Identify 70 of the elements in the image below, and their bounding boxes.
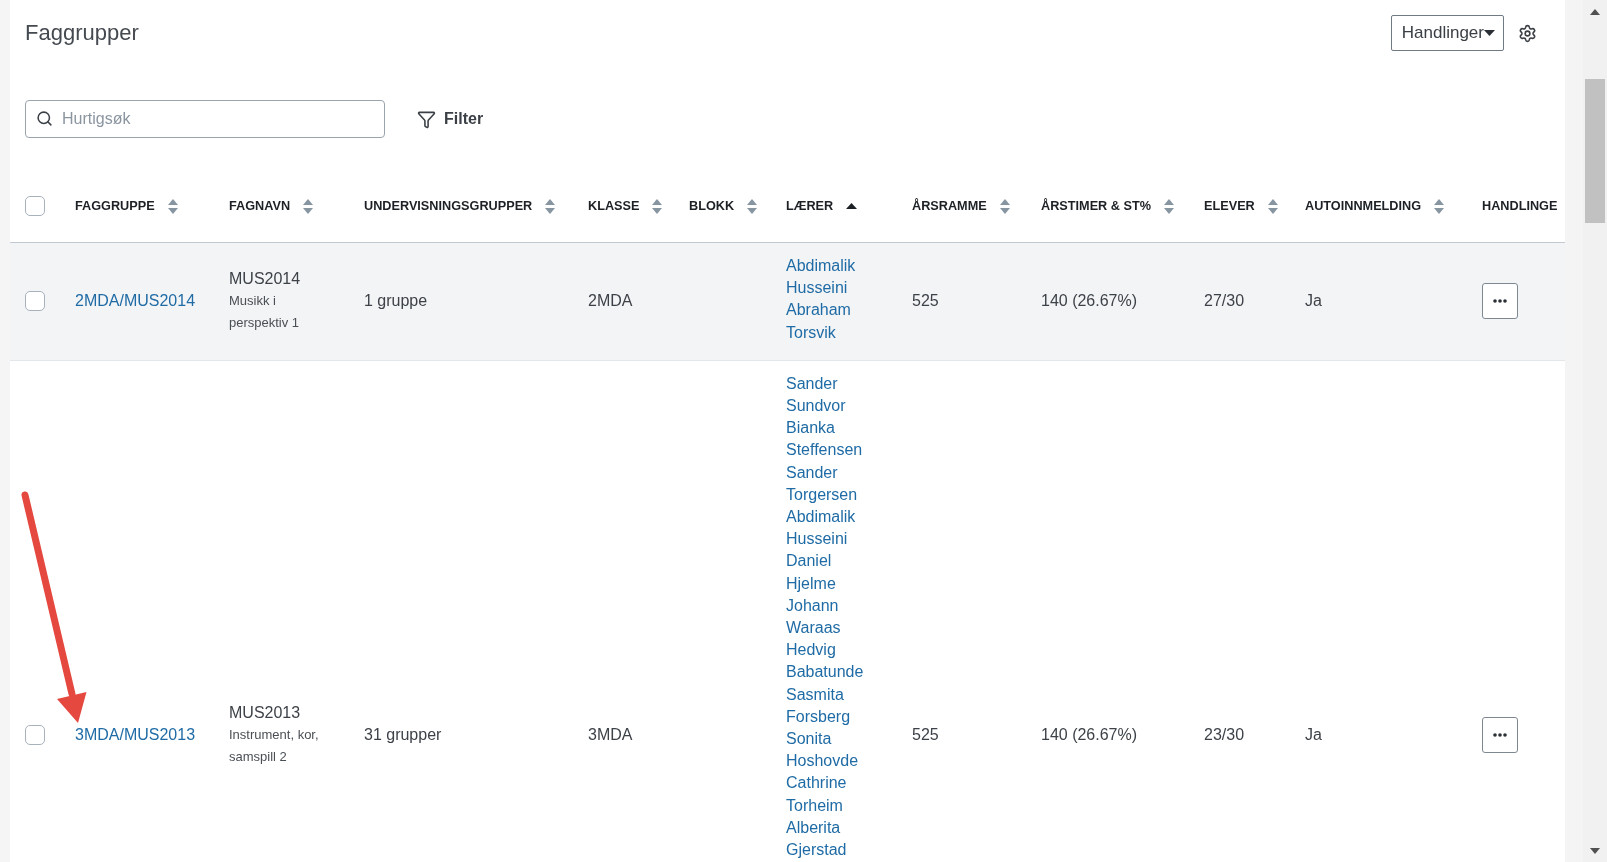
checkbox[interactable] <box>25 725 45 746</box>
sort-ascending-icon[interactable] <box>846 203 858 209</box>
annual-frame: 525 <box>912 726 939 744</box>
page-title: Faggrupper <box>25 20 139 46</box>
row-actions-button[interactable] <box>1482 283 1518 320</box>
teacher-link[interactable]: Cathrine Torheim <box>786 772 874 817</box>
class-name: 3MDA <box>588 726 633 744</box>
settings-icon[interactable] <box>1518 23 1537 43</box>
group-count: 31 grupper <box>364 726 442 744</box>
auto-enrolment-status: Ja <box>1305 292 1322 310</box>
sort-icon[interactable] <box>1163 198 1174 214</box>
sort-icon[interactable] <box>999 198 1010 214</box>
checkbox[interactable] <box>25 291 45 312</box>
caret-icon <box>1484 30 1495 36</box>
column-header[interactable]: LÆRER <box>786 199 834 213</box>
teacher-link[interactable]: Abdimalik Husseini <box>786 506 874 551</box>
search-icon <box>36 110 53 127</box>
ellipsis-icon <box>1493 733 1507 738</box>
annual-hours: 140 (26.67%) <box>1041 292 1138 310</box>
subject-code: MUS2014 <box>229 269 302 289</box>
sort-icon[interactable] <box>652 198 663 214</box>
scrollbar-thumb[interactable] <box>1585 79 1605 223</box>
column-header[interactable]: FAGNAVN <box>229 199 291 213</box>
scroll-down-arrow-icon[interactable] <box>1590 848 1600 854</box>
column-header[interactable]: AUTOINNMELDING <box>1305 199 1422 213</box>
filter-icon <box>417 109 436 129</box>
checkbox[interactable] <box>25 196 45 216</box>
annual-hours: 140 (26.67%) <box>1041 726 1138 744</box>
subject-name: Musikk i perspektiv 1 <box>229 292 301 333</box>
subject-group-link[interactable]: 2MDA/MUS2014 <box>75 292 196 310</box>
teacher-link[interactable]: Sander Sundvor <box>786 372 874 418</box>
sort-icon[interactable] <box>1267 198 1278 214</box>
sort-icon[interactable] <box>303 198 314 214</box>
teacher-link[interactable]: Abraham Torsvik <box>786 299 874 344</box>
actions-dropdown-button[interactable]: Handlinger <box>1390 15 1504 51</box>
teacher-link[interactable]: Sander Torgersen <box>786 461 874 507</box>
column-header[interactable]: BLOKK <box>689 199 735 213</box>
filter-button[interactable]: Filter <box>417 109 484 129</box>
teacher-link[interactable]: Johann Waraas <box>786 594 874 640</box>
column-header[interactable]: UNDERVISNINGSGRUPPER <box>364 199 533 213</box>
sort-icon[interactable] <box>1434 198 1445 214</box>
sort-icon[interactable] <box>545 198 556 214</box>
sort-icon[interactable] <box>747 198 758 214</box>
teacher-link[interactable]: Abdimalik Husseini <box>786 255 874 300</box>
column-header: HANDLINGE <box>1482 199 1558 213</box>
teacher-link[interactable]: Sasmita Forsberg <box>786 683 874 729</box>
teacher-link[interactable]: Sonita Hoshovde <box>786 728 874 773</box>
auto-enrolment-status: Ja <box>1305 726 1322 744</box>
student-count: 23/30 <box>1204 726 1245 744</box>
student-count: 27/30 <box>1204 292 1245 310</box>
scroll-up-arrow-icon[interactable] <box>1590 9 1600 15</box>
teacher-link[interactable]: Alberita Gjerstad <box>786 816 874 862</box>
ellipsis-icon <box>1493 299 1507 304</box>
group-count: 1 gruppe <box>364 292 428 310</box>
teacher-link[interactable]: Bianka Steffensen <box>786 417 874 462</box>
subject-group-link[interactable]: 3MDA/MUS2013 <box>75 726 196 744</box>
subject-code: MUS2013 <box>229 702 302 723</box>
teacher-link[interactable]: Daniel Hjelme <box>786 550 874 595</box>
column-header[interactable]: ÅRSTIMER & ST% <box>1041 199 1151 213</box>
search-field[interactable]: Hurtigsøk <box>25 100 385 138</box>
sort-icon[interactable] <box>167 198 178 214</box>
row-actions-button[interactable] <box>1482 717 1518 754</box>
subject-name: Instrument, kor, samspill 2 <box>229 725 320 767</box>
column-header[interactable]: FAGGRUPPE <box>75 199 155 213</box>
class-name: 2MDA <box>588 292 633 310</box>
teacher-link[interactable]: Hedvig Babatunde <box>786 639 874 684</box>
column-header[interactable]: KLASSE <box>588 199 640 213</box>
annual-frame: 525 <box>912 292 939 310</box>
column-header[interactable]: ÅRSRAMME <box>912 199 987 213</box>
column-header[interactable]: ELEVER <box>1204 199 1255 213</box>
